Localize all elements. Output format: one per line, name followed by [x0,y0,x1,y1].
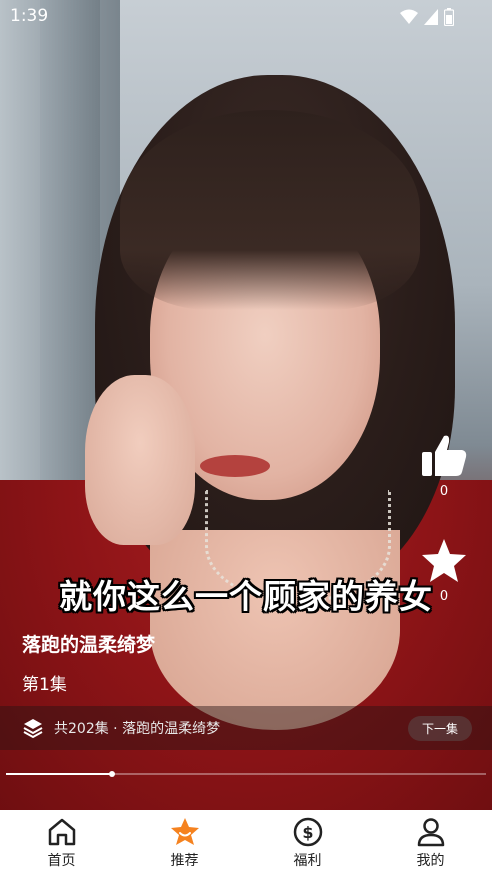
tab-label-welfare: 福利 [293,853,322,869]
tab-profile[interactable]: 我的 [369,810,492,875]
wifi-icon [400,9,418,24]
like-button[interactable]: 0 [420,432,468,499]
status-icons [400,8,454,26]
favorite-button[interactable]: 0 [420,537,468,604]
status-bar: 1:39 [0,0,492,34]
tab-home[interactable]: 首页 [0,810,123,875]
series-info: 共202集 · 落跑的温柔绮梦 [54,721,221,737]
tab-label-profile: 我的 [416,853,445,869]
signal-icon [424,9,438,25]
dollar-icon: $ [293,817,322,847]
tab-label-recommend: 推荐 [170,853,199,869]
tab-recommend[interactable]: 推荐 [123,810,246,875]
layers-icon [23,719,43,739]
favorite-count: 0 [439,589,449,604]
bottom-tab-bar: 首页 推荐 $ 福利 我的 [0,810,492,875]
playback-progress[interactable] [6,771,486,777]
video-player[interactable]: 就你这么一个顾家的养女 [0,0,492,810]
battery-icon [444,8,454,26]
episode-label: 第1集 [22,675,67,695]
star-icon [170,818,199,845]
next-episode-button[interactable]: 下一集 [407,716,472,741]
video-lips [200,455,270,477]
thumbs-up-icon [422,435,467,476]
video-bangs [120,110,420,310]
svg-text:$: $ [302,823,313,842]
tab-label-home: 首页 [47,853,76,869]
progress-knob[interactable] [108,771,115,777]
side-actions: 0 0 [414,432,474,604]
drama-title[interactable]: 落跑的温柔绮梦 [22,630,155,657]
star-icon [422,539,466,582]
like-count: 0 [439,484,449,499]
progress-fill [6,773,112,775]
series-bar[interactable]: 共202集 · 落跑的温柔绮梦 下一集 [0,706,492,750]
status-time: 1:39 [10,6,49,26]
screen: 就你这么一个顾家的养女 1:39 0 0 落跑的温柔绮梦 第1集 共202集 ·… [0,0,492,875]
user-icon [417,818,444,847]
home-icon [48,818,75,846]
tab-welfare[interactable]: $ 福利 [246,810,369,875]
video-hand [85,375,195,545]
